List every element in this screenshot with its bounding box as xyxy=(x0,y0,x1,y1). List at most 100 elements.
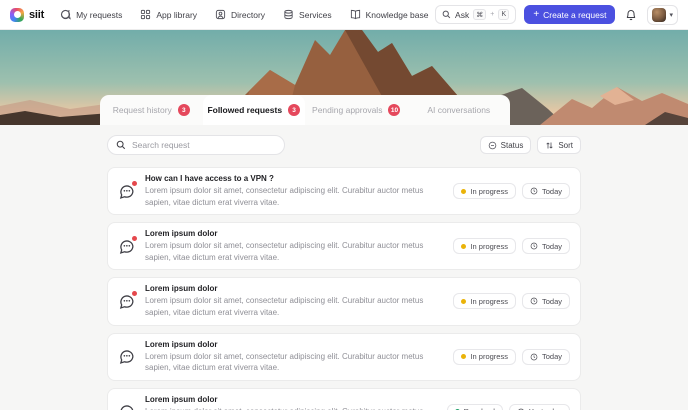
date-badge: Yesterday xyxy=(508,403,570,410)
date-badge: Today xyxy=(521,348,570,365)
status-dot xyxy=(461,354,467,360)
chat-bubble-icon xyxy=(61,9,71,20)
status-badge: In progress xyxy=(453,183,516,200)
person-card-icon xyxy=(215,9,226,20)
sort-button[interactable]: Sort xyxy=(537,136,581,154)
create-request-label: Create a request xyxy=(543,9,607,20)
request-title: Lorem ipsum dolor xyxy=(145,284,218,294)
plus-icon: + xyxy=(533,8,540,20)
book-icon xyxy=(350,9,360,20)
chevron-down-icon: ▾ xyxy=(669,11,673,19)
main-content: Status Sort How can I have access to a V… xyxy=(0,125,688,410)
cmd-keycap: ⌘ xyxy=(473,9,487,20)
nav-item-knowledge-base[interactable]: Knowledge base xyxy=(350,9,429,20)
notifications-button[interactable] xyxy=(623,7,639,23)
unread-dot xyxy=(132,290,137,296)
request-card[interactable]: Lorem ipsum dolor Lorem ipsum dolor sit … xyxy=(107,332,581,381)
status-dot xyxy=(461,298,467,304)
request-description: Lorem ipsum dolor sit amet, consectetur … xyxy=(145,406,437,410)
nav-item-label: My requests xyxy=(76,9,123,20)
request-chat-icon xyxy=(118,348,135,365)
nav-item-services[interactable]: Services xyxy=(283,9,332,20)
siit-logo-text: siit xyxy=(29,8,45,21)
nav-item-label: Knowledge base xyxy=(365,9,429,20)
status-filter-button[interactable]: Status xyxy=(479,136,532,154)
search-icon xyxy=(116,140,126,150)
request-chat-icon xyxy=(118,403,135,410)
search-request-box xyxy=(107,135,285,155)
tab-ai-conversations[interactable]: AI conversations xyxy=(408,95,511,125)
request-title: Lorem ipsum dolor xyxy=(145,394,218,404)
request-chat-icon xyxy=(118,180,137,200)
app-root: siit My requests App library Directory S… xyxy=(0,0,688,410)
top-navbar: siit My requests App library Directory S… xyxy=(0,0,688,30)
status-dot xyxy=(461,188,467,194)
status-badge: In progress xyxy=(453,348,516,365)
unread-dot xyxy=(132,180,137,186)
tab-label: Pending approvals xyxy=(312,105,383,115)
status-dot xyxy=(461,243,467,249)
nav-item-label: Directory xyxy=(231,9,266,20)
status-badge: In progress xyxy=(453,238,516,255)
request-card[interactable]: How can I have access to a VPN ? Lorem i… xyxy=(107,167,581,216)
request-title: Lorem ipsum dolor xyxy=(145,229,218,239)
tab-label: Request history xyxy=(112,105,172,115)
tab-request-history[interactable]: Request history 3 xyxy=(100,95,203,125)
nav-item-label: Services xyxy=(299,9,332,20)
date-badge: Today xyxy=(521,183,570,200)
request-chat-icon xyxy=(118,290,137,310)
ask-search-button[interactable]: Ask ⌘ + K xyxy=(435,5,517,24)
tab-count-badge: 10 xyxy=(388,104,401,116)
keycap-separator: + xyxy=(490,11,495,18)
request-title: Lorem ipsum dolor xyxy=(145,339,218,349)
search-icon xyxy=(442,10,451,19)
status-filter-label: Status xyxy=(500,140,524,150)
nav-right-cluster: Ask ⌘ + K + Create a request ▾ xyxy=(435,4,678,25)
clock-icon xyxy=(530,298,538,305)
clock-icon xyxy=(530,187,538,195)
ask-label: Ask xyxy=(455,9,470,20)
siit-logo[interactable]: siit xyxy=(10,7,45,22)
status-badge: Resolved xyxy=(446,403,503,410)
request-card[interactable]: Lorem ipsum dolor Lorem ipsum dolor sit … xyxy=(107,387,581,410)
nav-item-my-requests[interactable]: My requests xyxy=(60,9,122,20)
nav-item-label: App library xyxy=(156,9,198,20)
request-description: Lorem ipsum dolor sit amet, consectetur … xyxy=(145,351,424,373)
date-badge: Today xyxy=(521,238,570,255)
sort-arrows-icon xyxy=(546,142,553,148)
request-card[interactable]: Lorem ipsum dolor Lorem ipsum dolor sit … xyxy=(107,222,581,271)
tab-count-badge: 3 xyxy=(288,104,301,116)
clock-icon xyxy=(530,353,538,360)
status-filter-icon xyxy=(488,141,496,149)
tab-pending-approvals[interactable]: Pending approvals 10 xyxy=(305,95,408,125)
tab-label: Followed requests xyxy=(207,105,283,115)
nav-item-directory[interactable]: Directory xyxy=(215,9,265,20)
user-avatar xyxy=(652,7,667,22)
unread-dot xyxy=(132,235,137,241)
search-request-input[interactable] xyxy=(132,140,276,150)
stack-icon xyxy=(284,9,293,20)
sort-label: Sort xyxy=(558,140,573,150)
tab-count-badge: 3 xyxy=(177,104,190,116)
k-keycap: K xyxy=(498,9,510,20)
request-tabs: Request history 3 Followed requests 3 Pe… xyxy=(100,95,510,125)
user-menu-button[interactable]: ▾ xyxy=(647,4,678,25)
list-toolbar: Status Sort xyxy=(107,135,581,155)
nav-menu: My requests App library Directory Servic… xyxy=(60,9,429,20)
request-description: Lorem ipsum dolor sit amet, consectetur … xyxy=(145,241,424,262)
request-card[interactable]: Lorem ipsum dolor Lorem ipsum dolor sit … xyxy=(107,277,581,326)
siit-logo-icon xyxy=(10,7,24,22)
request-description: Lorem ipsum dolor sit amet, consectetur … xyxy=(145,186,424,207)
create-request-button[interactable]: + Create a request xyxy=(524,5,616,24)
bell-icon xyxy=(627,9,636,20)
date-badge: Today xyxy=(521,293,570,310)
toolbar-filters: Status Sort xyxy=(479,136,581,154)
request-title: How can I have access to a VPN ? xyxy=(145,174,274,183)
tab-label: AI conversations xyxy=(427,105,491,115)
clock-icon xyxy=(530,242,538,250)
request-chat-icon xyxy=(118,235,137,255)
hero-banner: Request history 3 Followed requests 3 Pe… xyxy=(0,30,688,125)
tab-followed-requests[interactable]: Followed requests 3 xyxy=(202,95,305,125)
request-description: Lorem ipsum dolor sit amet, consectetur … xyxy=(145,296,424,317)
nav-item-app-library[interactable]: App library xyxy=(140,9,197,20)
